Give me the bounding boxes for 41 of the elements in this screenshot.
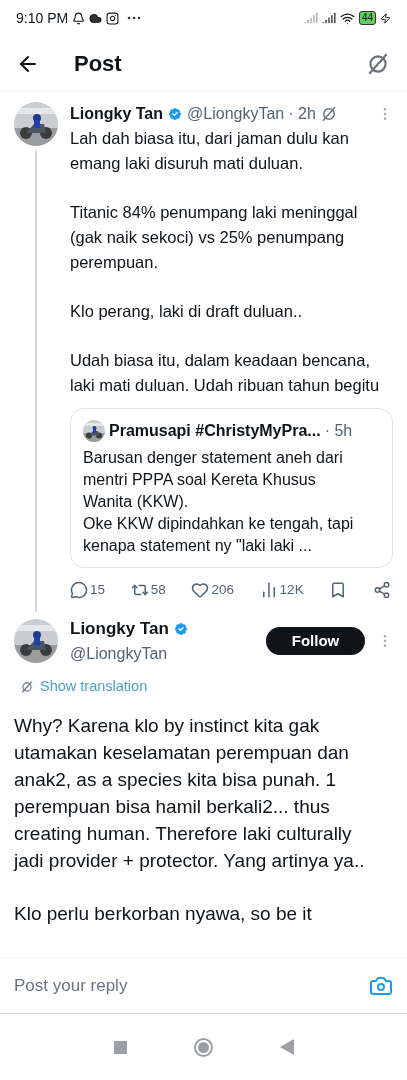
home-button[interactable] <box>193 1037 213 1057</box>
repost-button[interactable]: 58 <box>130 580 166 601</box>
quoted-author-name: Pramusapi #ChristyMyPra... <box>109 421 321 441</box>
quoted-post[interactable]: Pramusapi #ChristyMyPra... · 5h Barusan denger statement aneh dari mentri PPPA soal Kereta Khusus Wanita (KKW). Oke KKW dipindahkan ke tengah, tapi kenapa statement ny "laki laki ... <box>70 408 393 568</box>
speech-bubble-icon <box>70 581 88 600</box>
cloud-icon <box>89 11 103 25</box>
quoted-post-text: Barusan denger statement aneh dari mentri PPPA soal Kereta Khusus Wanita (KKW). Oke KKW dipindahkan ke tengah, tapi kenapa statement ny "laki laki ... <box>83 448 355 556</box>
author-handle: @LiongkyTan <box>70 643 169 664</box>
translate-icon <box>20 679 34 694</box>
post-text: Why? Karena klo by instinct kita gak utamakan keselamatan perempuan dan anak2, as a species kita bisa punah. 1 perempuan bisa hamil berkali2... thus creating human. Therefore laki culturally jadi provider + protector. Yang artinya ya.. <box>14 713 366 873</box>
post-time: · 2h <box>288 104 316 124</box>
back-nav-button[interactable] <box>279 1039 294 1055</box>
views-button[interactable]: 12K <box>259 580 304 601</box>
wifi-icon <box>339 10 355 26</box>
signal-icon <box>303 11 318 25</box>
author-handle: @LiongkyTan <box>187 104 285 124</box>
share-icon <box>373 581 391 600</box>
post-text: Lah dah biasa itu, dari jaman dulu kan emang laki disuruh mati duluan. <box>70 128 350 174</box>
signal-icon <box>321 11 336 25</box>
page-title: Post <box>74 50 122 78</box>
camera-app-icon <box>106 11 120 25</box>
author-name: Liongky Tan <box>70 104 164 124</box>
reply-button[interactable]: 15 <box>70 580 106 601</box>
post-text: Klo perlu berkorban nyawa, so be it <box>14 901 313 926</box>
post-text: Klo perang, laki di draft duluan.. <box>70 301 304 322</box>
post-text: Udah biasa itu, dalam keadaan bencana, laki mati duluan. Udah ribuan tahun begitu <box>70 350 381 396</box>
reply-field[interactable]: Post your reply <box>14 973 369 999</box>
bell-icon <box>72 11 86 25</box>
more-icon <box>127 16 142 20</box>
quoted-post-time: · 5h <box>324 421 353 441</box>
camera-button[interactable] <box>369 974 393 998</box>
share-button[interactable] <box>373 581 391 600</box>
charging-icon <box>380 12 391 24</box>
heart-icon <box>191 581 210 600</box>
follow-button[interactable]: Follow <box>266 627 365 655</box>
author-name: Liongky Tan <box>70 618 169 641</box>
status-time: 9:10 PM <box>16 8 69 28</box>
like-button[interactable]: 206 <box>191 580 234 601</box>
post-text: Titanic 84% penumpang laki meninggal (gak naik sekoci) vs 25% penumpang perempuan. <box>70 202 359 273</box>
battery-icon: 44 <box>358 11 376 25</box>
recent-apps-button[interactable] <box>113 1040 127 1054</box>
